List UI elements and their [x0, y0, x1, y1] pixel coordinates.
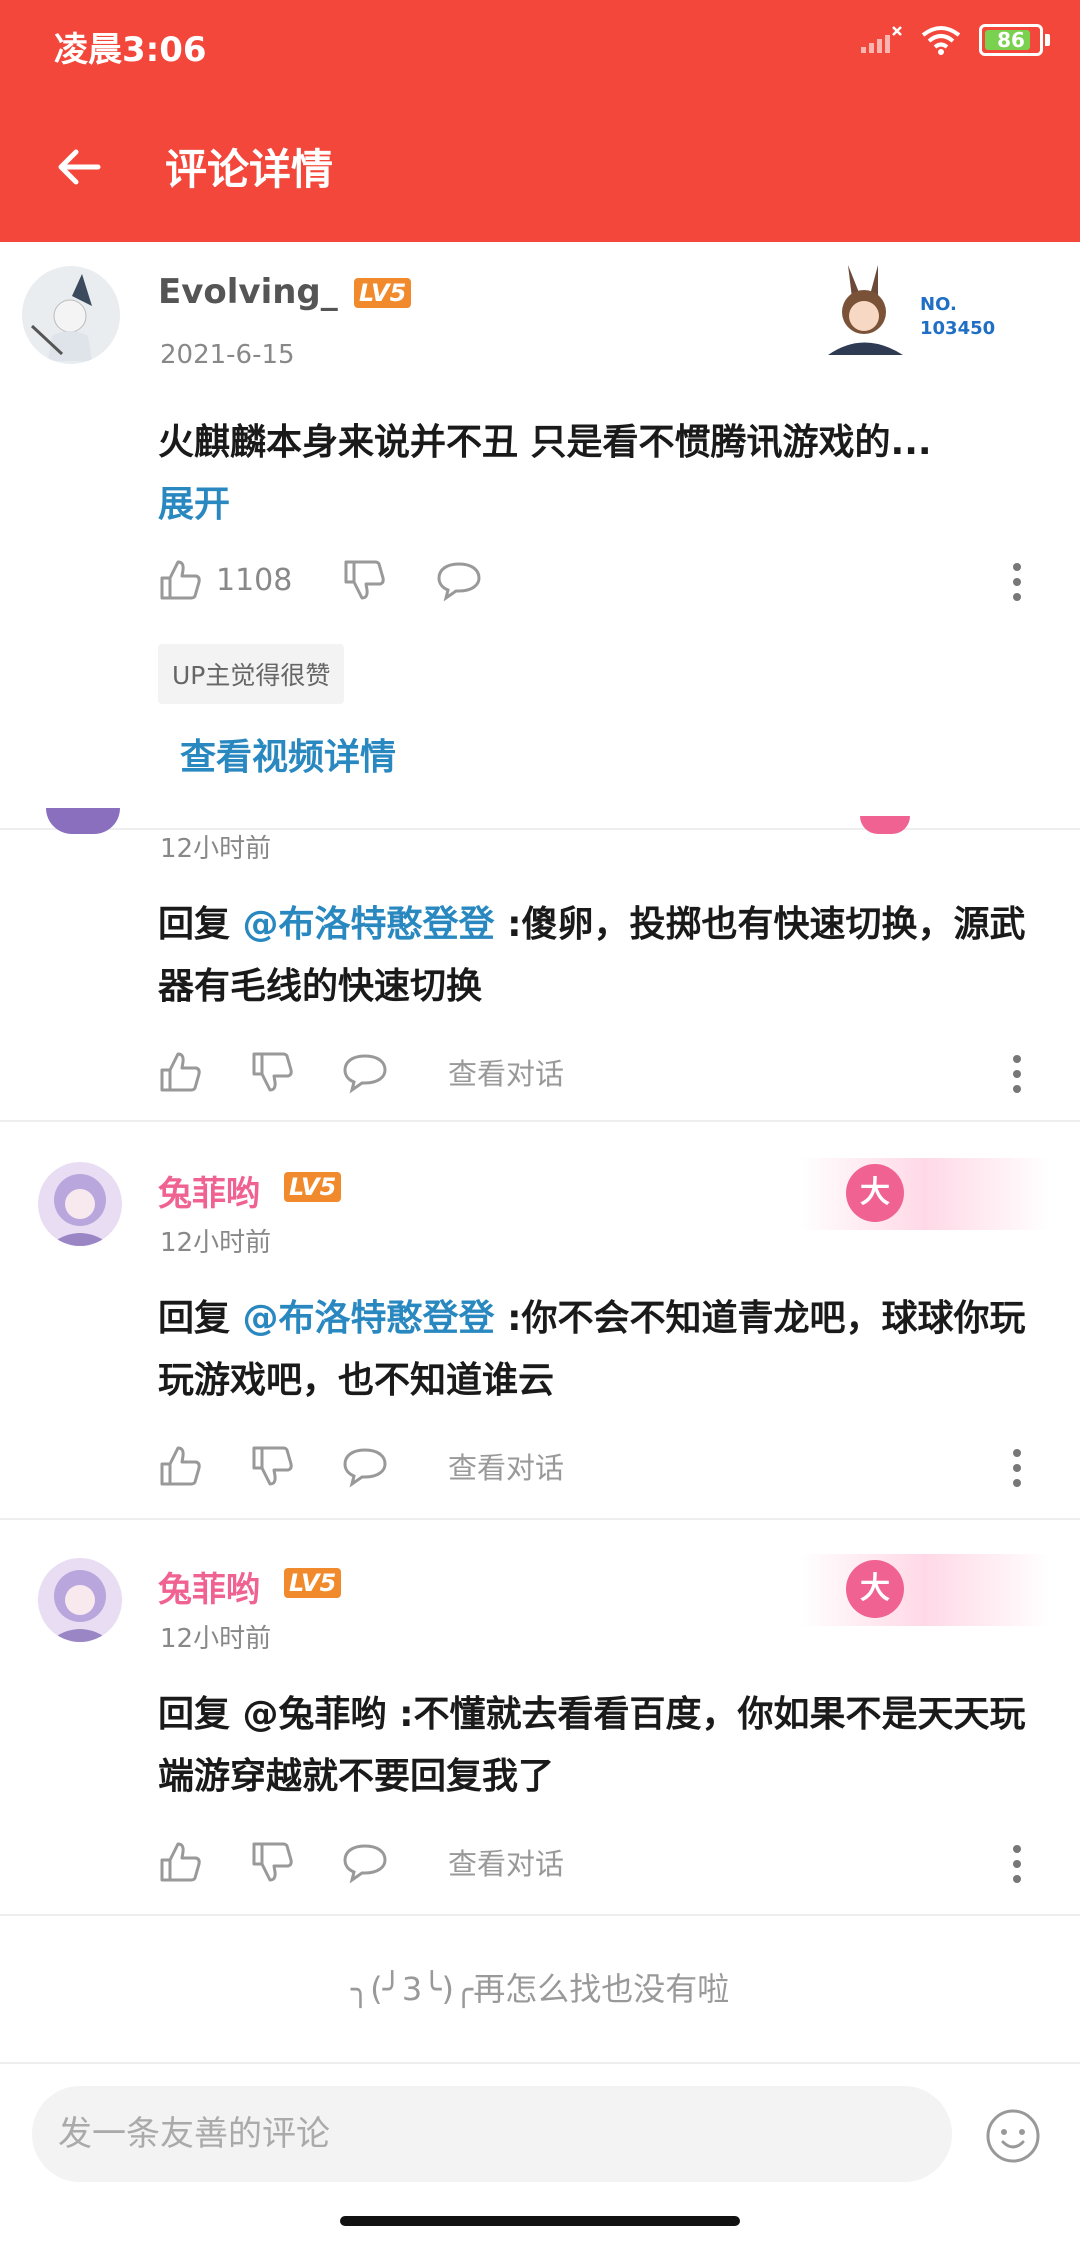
fan-badge: NO. 103450: [808, 260, 1008, 360]
da-badge: 大: [846, 1164, 904, 1222]
up-liked-tag: UP主觉得很赞: [158, 644, 345, 704]
fan-badge: 大: [800, 1554, 1050, 1626]
avatar[interactable]: [46, 808, 120, 834]
action-bar: 1108: [158, 558, 482, 602]
comment-date: 2021-6-15: [160, 340, 295, 370]
comment-input[interactable]: 发一条友善的评论: [32, 2086, 952, 2182]
action-bar: 查看对话: [158, 1840, 564, 1884]
like-icon[interactable]: [158, 1444, 202, 1488]
comment-icon[interactable]: [342, 1444, 388, 1488]
like-icon[interactable]: [158, 1050, 202, 1094]
avatar[interactable]: [38, 1162, 122, 1246]
reply-item: 兔菲哟 LV5 大 12小时前 回复 @兔菲哟 :不懂就去看看百度，你如果不是天…: [0, 1518, 1080, 1916]
more-icon[interactable]: [1012, 1448, 1022, 1488]
more-icon[interactable]: [1012, 1054, 1022, 1094]
status-icons: 86: [859, 24, 1050, 56]
emoji-icon[interactable]: [985, 2108, 1041, 2164]
reply-text: 回复 @布洛特憨登登 :你不会不知道青龙吧，球球你玩玩游戏吧，也不知道谁云: [158, 1298, 1026, 1401]
avatar[interactable]: [22, 266, 120, 364]
home-indicator: [340, 2216, 740, 2226]
avatar[interactable]: [38, 1558, 122, 1642]
main-comment: Evolving_ LV5 2021-6-15 NO. 103450 火麒麟本身…: [0, 242, 1080, 830]
more-icon[interactable]: [1012, 562, 1022, 602]
dislike-icon[interactable]: [250, 1840, 294, 1884]
like-icon[interactable]: [158, 558, 202, 602]
mention-link[interactable]: @布洛特憨登登: [243, 904, 495, 945]
fan-badge: [860, 816, 910, 834]
character-badge-icon: [828, 265, 903, 355]
page-title: 评论详情: [165, 145, 334, 194]
badge-no: NO.: [920, 294, 957, 315]
like-icon[interactable]: [158, 1840, 202, 1884]
reply-time: 12小时前: [160, 1624, 272, 1654]
badge-number: 103450: [920, 318, 996, 339]
more-icon[interactable]: [1012, 1844, 1022, 1884]
like-count: 1108: [216, 562, 293, 598]
end-of-list-text: ╮(╯3╰)╭再怎么找也没有啦: [350, 1970, 730, 2008]
view-video-link[interactable]: 查看视频详情: [180, 728, 396, 780]
reply-text: 回复 @布洛特憨登登 :傻卵，投掷也有快速切换，源武器有毛线的快速切换: [158, 904, 1026, 1007]
expand-link[interactable]: 展开: [158, 484, 230, 525]
level-badge: LV5: [284, 1172, 342, 1202]
comment-icon[interactable]: [342, 1840, 388, 1884]
reply-text: 回复 @兔菲哟 :不懂就去看看百度，你如果不是天天玩端游穿越就不要回复我了: [158, 1694, 1026, 1797]
reply-time: 12小时前: [160, 834, 272, 864]
comment-icon[interactable]: [342, 1050, 388, 1094]
username[interactable]: Evolving_: [158, 272, 338, 312]
comment-icon[interactable]: [436, 558, 482, 602]
back-arrow-icon[interactable]: [54, 142, 104, 192]
view-conversation-link[interactable]: 查看对话: [448, 1051, 564, 1093]
comment-input-bar: 发一条友善的评论: [0, 2062, 1080, 2250]
username[interactable]: 兔菲哟: [158, 1562, 260, 1611]
view-conversation-link[interactable]: 查看对话: [448, 1841, 564, 1883]
dislike-icon[interactable]: [250, 1444, 294, 1488]
level-badge: LV5: [354, 278, 412, 308]
comment-text: 火麒麟本身来说并不丑 只是看不惯腾讯游戏的... 展开: [158, 422, 932, 525]
dislike-icon[interactable]: [250, 1050, 294, 1094]
da-badge: 大: [846, 1560, 904, 1618]
status-time: 凌晨3:06: [54, 30, 207, 70]
wifi-icon: [921, 26, 961, 55]
action-bar: 查看对话: [158, 1050, 564, 1094]
mention-link[interactable]: @布洛特憨登登: [243, 1298, 495, 1339]
reply-item: 兔菲哟 LV5 大 12小时前 回复 @布洛特憨登登 :你不会不知道青龙吧，球球…: [0, 1122, 1080, 1520]
signal-icon: [861, 26, 902, 53]
reply-item: 12小时前 回复 @布洛特憨登登 :傻卵，投掷也有快速切换，源武器有毛线的快速切…: [0, 808, 1080, 1122]
view-conversation-link[interactable]: 查看对话: [448, 1445, 564, 1487]
username[interactable]: 兔菲哟: [158, 1166, 260, 1215]
action-bar: 查看对话: [158, 1444, 564, 1488]
level-badge: LV5: [284, 1568, 342, 1598]
app-bar: 凌晨3:06 86 评论详情: [0, 0, 1080, 242]
battery-indicator: 86: [979, 24, 1043, 56]
dislike-icon[interactable]: [342, 558, 386, 602]
fan-badge: 大: [800, 1158, 1050, 1230]
reply-time: 12小时前: [160, 1228, 272, 1258]
